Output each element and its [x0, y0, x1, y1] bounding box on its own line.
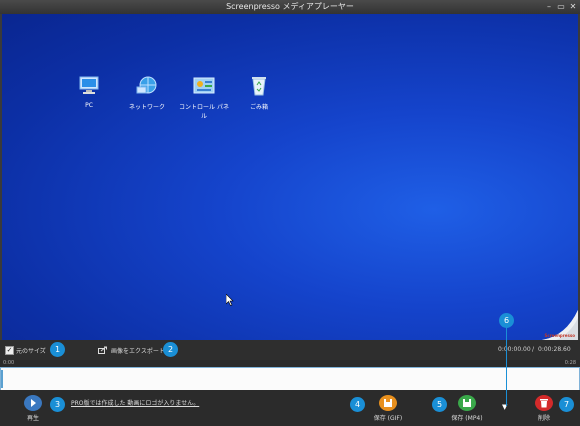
- video-preview[interactable]: PC ネットワーク コントロール パネル ごみ箱 Screenpresso: [2, 14, 578, 340]
- timeline-ruler: 0:00 0:28: [0, 360, 580, 367]
- original-size-checkbox[interactable]: ✓: [5, 346, 14, 355]
- play-label: 再生: [26, 415, 39, 422]
- minimize-button[interactable]: –: [545, 3, 553, 11]
- window-title: Screenpresso メディアプレーヤー: [226, 2, 354, 11]
- callout-badge-6: 6: [499, 313, 514, 328]
- close-button[interactable]: ✕: [569, 3, 577, 11]
- export-icon[interactable]: [98, 346, 108, 354]
- title-bar: Screenpresso メディアプレーヤー – ▭ ✕: [0, 0, 580, 14]
- playhead[interactable]: [1, 370, 3, 388]
- action-bar: 再生 3 PRO版では作成した 動画にロゴが入りません。 4 保存 (GIF) …: [0, 390, 580, 426]
- network-icon: [136, 76, 157, 94]
- time-total: 0:00:28.60: [538, 346, 571, 353]
- save-icon: [463, 399, 471, 407]
- callout-badge-2: 2: [163, 342, 178, 357]
- delete-label: 削除: [537, 415, 550, 422]
- control-panel-icon: [193, 77, 215, 94]
- time-separator: /: [532, 346, 535, 353]
- desktop-icon-label: PC: [85, 102, 93, 109]
- desktop-icon-label: ごみ箱: [249, 104, 268, 111]
- mouse-cursor-icon: [226, 294, 234, 306]
- timeline-track[interactable]: [0, 367, 580, 391]
- callout-badge-5: 5: [432, 397, 447, 412]
- save-mp4-label: 保存 (MP4): [451, 415, 483, 422]
- time-current: 0:00:00.00: [498, 346, 531, 353]
- recycle-bin-icon: [252, 77, 266, 96]
- desktop-icon-label: コントロール パネル: [179, 104, 229, 120]
- media-toolbar: ✓ 元のサイズ : 1 画像をエクスポート 2 0:00:00.00 / 0:0…: [0, 340, 580, 360]
- save-gif-button[interactable]: [379, 395, 397, 411]
- desktop-icon-recycle-bin: ごみ箱: [236, 76, 282, 111]
- screenpresso-watermark: Screenpresso: [544, 333, 575, 338]
- trash-icon: [540, 399, 548, 408]
- callout-badge-1: 1: [50, 342, 65, 357]
- desktop-icon-network: ネットワーク: [124, 76, 170, 111]
- save-icon: [384, 399, 392, 407]
- callout-badge-7: 7: [559, 397, 574, 412]
- delete-button[interactable]: [535, 395, 553, 411]
- desktop-icon-label: ネットワーク: [128, 104, 165, 111]
- computer-icon: [79, 76, 99, 94]
- export-image-button[interactable]: 画像をエクスポート: [111, 346, 165, 355]
- timeline-end-tick: 0:28: [564, 360, 576, 366]
- timeline-start-tick: 0:00: [3, 360, 15, 366]
- save-mp4-button[interactable]: [458, 395, 476, 411]
- play-icon: [31, 399, 36, 407]
- play-button[interactable]: [24, 395, 42, 411]
- maximize-button[interactable]: ▭: [557, 3, 565, 11]
- promo-link[interactable]: PRO版では作成した 動画にロゴが入りません。: [71, 398, 199, 407]
- desktop-icon-control-panel: コントロール パネル: [178, 76, 230, 120]
- save-gif-label: 保存 (GIF): [373, 415, 403, 422]
- desktop-icon-pc: PC: [66, 76, 112, 109]
- callout-badge-4: 4: [350, 397, 365, 412]
- callout-6-pointer: [506, 326, 507, 406]
- callout-badge-3: 3: [50, 397, 65, 412]
